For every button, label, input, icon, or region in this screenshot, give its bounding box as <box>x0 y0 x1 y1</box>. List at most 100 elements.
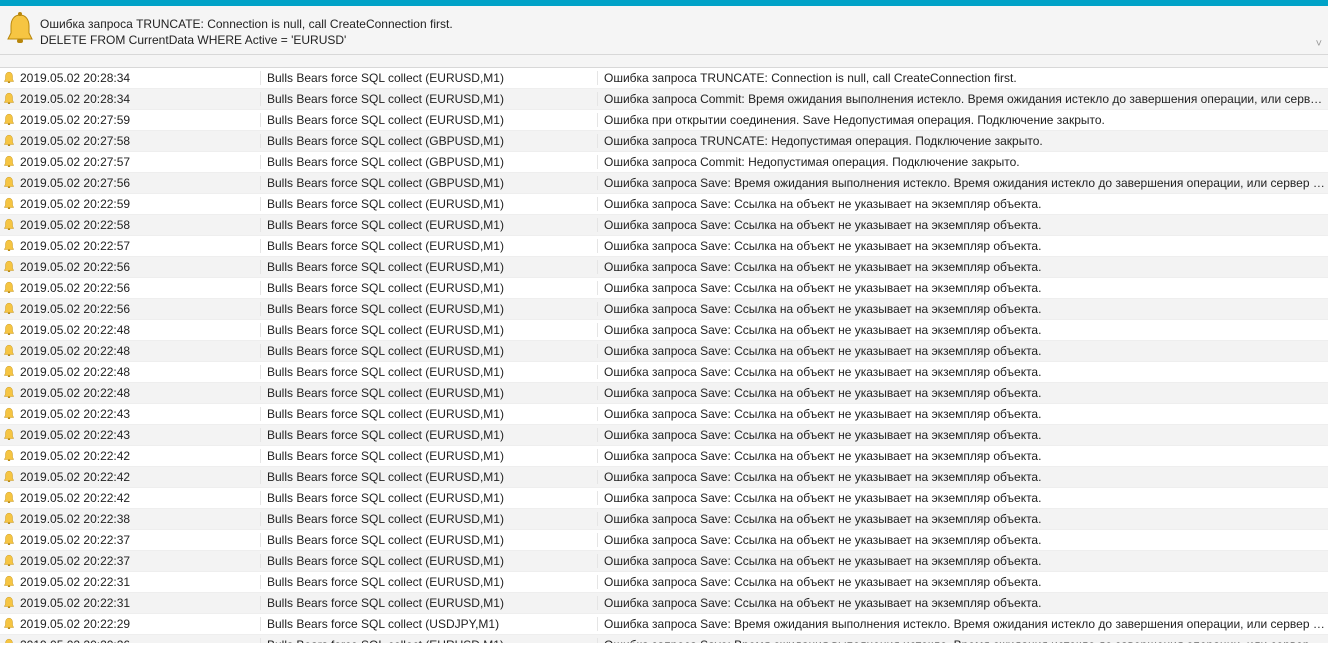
log-source: Bulls Bears force SQL collect (USDJPY,M1… <box>260 617 597 631</box>
log-message: Ошибка запроса Save: Ссылка на объект не… <box>597 596 1328 610</box>
log-row[interactable]: 2019.05.02 20:22:58Bulls Bears force SQL… <box>0 215 1328 236</box>
bell-icon <box>0 575 18 589</box>
log-message: Ошибка запроса Save: Ссылка на объект не… <box>597 239 1328 253</box>
log-timestamp: 2019.05.02 20:22:56 <box>18 302 260 316</box>
log-message: Ошибка запроса Save: Ссылка на объект не… <box>597 218 1328 232</box>
log-message: Ошибка запроса Save: Ссылка на объект не… <box>597 407 1328 421</box>
log-row[interactable]: 2019.05.02 20:22:56Bulls Bears force SQL… <box>0 299 1328 320</box>
log-message: Ошибка запроса Save: Ссылка на объект не… <box>597 386 1328 400</box>
log-grid[interactable]: 2019.05.02 20:28:34Bulls Bears force SQL… <box>0 68 1328 643</box>
log-row[interactable]: 2019.05.02 20:27:59Bulls Bears force SQL… <box>0 110 1328 131</box>
log-timestamp: 2019.05.02 20:28:34 <box>18 71 260 85</box>
log-row[interactable]: 2019.05.02 20:22:38Bulls Bears force SQL… <box>0 509 1328 530</box>
log-timestamp: 2019.05.02 20:27:58 <box>18 134 260 148</box>
log-row[interactable]: 2019.05.02 20:22:42Bulls Bears force SQL… <box>0 467 1328 488</box>
log-source: Bulls Bears force SQL collect (EURUSD,M1… <box>260 239 597 253</box>
log-row[interactable]: 2019.05.02 20:22:56Bulls Bears force SQL… <box>0 257 1328 278</box>
alert-header-line2: DELETE FROM CurrentData WHERE Active = '… <box>40 32 453 48</box>
log-message: Ошибка запроса Save: Ссылка на объект не… <box>597 281 1328 295</box>
bell-icon <box>0 386 18 400</box>
log-timestamp: 2019.05.02 20:22:42 <box>18 449 260 463</box>
log-message: Ошибка запроса Save: Ссылка на объект не… <box>597 491 1328 505</box>
log-message: Ошибка запроса Save: Ссылка на объект не… <box>597 449 1328 463</box>
log-timestamp: 2019.05.02 20:22:56 <box>18 281 260 295</box>
log-row[interactable]: 2019.05.02 20:22:48Bulls Bears force SQL… <box>0 383 1328 404</box>
log-timestamp: 2019.05.02 20:22:56 <box>18 260 260 274</box>
log-row[interactable]: 2019.05.02 20:22:56Bulls Bears force SQL… <box>0 278 1328 299</box>
log-message: Ошибка при открытии соединения. Save Нед… <box>597 113 1328 127</box>
bell-icon <box>0 470 18 484</box>
log-source: Bulls Bears force SQL collect (EURUSD,M1… <box>260 449 597 463</box>
bell-icon <box>0 638 18 643</box>
log-timestamp: 2019.05.02 20:22:37 <box>18 533 260 547</box>
log-message: Ошибка запроса Save: Время ожидания выпо… <box>597 176 1328 190</box>
log-row[interactable]: 2019.05.02 20:22:59Bulls Bears force SQL… <box>0 194 1328 215</box>
log-message: Ошибка запроса Commit: Недопустимая опер… <box>597 155 1328 169</box>
bell-icon <box>0 596 18 610</box>
bell-icon <box>0 344 18 358</box>
header-spacer <box>0 55 1328 68</box>
log-message: Ошибка запроса Commit: Время ожидания вы… <box>597 92 1328 106</box>
log-row[interactable]: 2019.05.02 20:20:26Bulls Bears force SQL… <box>0 635 1328 643</box>
log-message: Ошибка запроса Save: Ссылка на объект не… <box>597 344 1328 358</box>
log-timestamp: 2019.05.02 20:27:59 <box>18 113 260 127</box>
log-row[interactable]: 2019.05.02 20:22:42Bulls Bears force SQL… <box>0 488 1328 509</box>
log-timestamp: 2019.05.02 20:22:29 <box>18 617 260 631</box>
log-source: Bulls Bears force SQL collect (EURUSD,M1… <box>260 218 597 232</box>
log-row[interactable]: 2019.05.02 20:27:56Bulls Bears force SQL… <box>0 173 1328 194</box>
log-grid-container: 2019.05.02 20:28:34Bulls Bears force SQL… <box>0 68 1328 643</box>
log-row[interactable]: 2019.05.02 20:27:57Bulls Bears force SQL… <box>0 152 1328 173</box>
log-row[interactable]: 2019.05.02 20:22:57Bulls Bears force SQL… <box>0 236 1328 257</box>
collapse-chevron-icon[interactable]: ˅ <box>1316 38 1322 50</box>
bell-icon <box>0 155 18 169</box>
bell-icon <box>0 428 18 442</box>
log-row[interactable]: 2019.05.02 20:22:48Bulls Bears force SQL… <box>0 341 1328 362</box>
log-source: Bulls Bears force SQL collect (EURUSD,M1… <box>260 260 597 274</box>
log-message: Ошибка запроса Save: Ссылка на объект не… <box>597 575 1328 589</box>
log-timestamp: 2019.05.02 20:22:48 <box>18 386 260 400</box>
log-source: Bulls Bears force SQL collect (EURUSD,M1… <box>260 113 597 127</box>
log-row[interactable]: 2019.05.02 20:28:34Bulls Bears force SQL… <box>0 68 1328 89</box>
log-message: Ошибка запроса Save: Ссылка на объект не… <box>597 512 1328 526</box>
log-source: Bulls Bears force SQL collect (EURUSD,M1… <box>260 281 597 295</box>
log-row[interactable]: 2019.05.02 20:22:43Bulls Bears force SQL… <box>0 425 1328 446</box>
bell-icon <box>0 260 18 274</box>
log-timestamp: 2019.05.02 20:22:38 <box>18 512 260 526</box>
log-row[interactable]: 2019.05.02 20:22:31Bulls Bears force SQL… <box>0 572 1328 593</box>
log-message: Ошибка запроса Save: Ссылка на объект не… <box>597 365 1328 379</box>
log-timestamp: 2019.05.02 20:28:34 <box>18 92 260 106</box>
log-row[interactable]: 2019.05.02 20:22:42Bulls Bears force SQL… <box>0 446 1328 467</box>
log-source: Bulls Bears force SQL collect (EURUSD,M1… <box>260 512 597 526</box>
log-row[interactable]: 2019.05.02 20:27:58Bulls Bears force SQL… <box>0 131 1328 152</box>
log-source: Bulls Bears force SQL collect (EURUSD,M1… <box>260 596 597 610</box>
bell-icon <box>0 134 18 148</box>
log-row[interactable]: 2019.05.02 20:22:31Bulls Bears force SQL… <box>0 593 1328 614</box>
log-timestamp: 2019.05.02 20:22:31 <box>18 596 260 610</box>
log-row[interactable]: 2019.05.02 20:22:29Bulls Bears force SQL… <box>0 614 1328 635</box>
log-source: Bulls Bears force SQL collect (EURUSD,M1… <box>260 302 597 316</box>
log-timestamp: 2019.05.02 20:22:42 <box>18 491 260 505</box>
bell-icon <box>0 617 18 631</box>
log-row[interactable]: 2019.05.02 20:22:37Bulls Bears force SQL… <box>0 530 1328 551</box>
bell-icon <box>0 239 18 253</box>
log-row[interactable]: 2019.05.02 20:22:37Bulls Bears force SQL… <box>0 551 1328 572</box>
log-message: Ошибка запроса Save: Ссылка на объект не… <box>597 428 1328 442</box>
log-source: Bulls Bears force SQL collect (EURUSD,M1… <box>260 323 597 337</box>
bell-icon <box>0 449 18 463</box>
log-message: Ошибка запроса TRUNCATE: Недопустимая оп… <box>597 134 1328 148</box>
log-row[interactable]: 2019.05.02 20:22:43Bulls Bears force SQL… <box>0 404 1328 425</box>
log-row[interactable]: 2019.05.02 20:22:48Bulls Bears force SQL… <box>0 362 1328 383</box>
log-source: Bulls Bears force SQL collect (GBPUSD,M1… <box>260 134 597 148</box>
log-message: Ошибка запроса Save: Ссылка на объект не… <box>597 533 1328 547</box>
log-row[interactable]: 2019.05.02 20:22:48Bulls Bears force SQL… <box>0 320 1328 341</box>
log-timestamp: 2019.05.02 20:22:48 <box>18 344 260 358</box>
log-row[interactable]: 2019.05.02 20:28:34Bulls Bears force SQL… <box>0 89 1328 110</box>
log-source: Bulls Bears force SQL collect (GBPUSD,M1… <box>260 176 597 190</box>
log-source: Bulls Bears force SQL collect (EURUSD,M1… <box>260 638 597 643</box>
log-message: Ошибка запроса Save: Время ожидания выпо… <box>597 617 1328 631</box>
log-source: Bulls Bears force SQL collect (EURUSD,M1… <box>260 365 597 379</box>
bell-icon <box>0 197 18 211</box>
alert-header: Ошибка запроса TRUNCATE: Connection is n… <box>0 6 1328 55</box>
log-timestamp: 2019.05.02 20:20:26 <box>18 638 260 643</box>
log-source: Bulls Bears force SQL collect (EURUSD,M1… <box>260 407 597 421</box>
